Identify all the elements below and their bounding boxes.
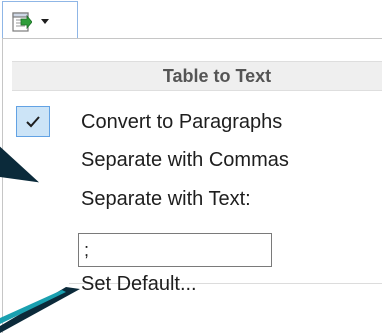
triangle-down-icon[interactable]	[39, 17, 51, 25]
table-to-text-split-button[interactable]	[2, 1, 78, 40]
menu-item-separate-with-commas[interactable]: Separate with Commas	[14, 142, 382, 178]
separator-text-input[interactable]	[78, 233, 272, 267]
menu-item-label: Separate with Text:	[81, 187, 251, 210]
stage: Table to Text Convert to Paragraphs Sepa…	[0, 0, 382, 333]
menu-item-convert-to-paragraphs[interactable]: Convert to Paragraphs	[14, 104, 382, 140]
menu-item-label: Convert to Paragraphs	[81, 110, 283, 133]
menu-item-set-default[interactable]: Set Default...	[14, 266, 382, 302]
menu-item-label: Separate with Commas	[81, 148, 289, 171]
menu-item-separate-with-text[interactable]: Separate with Text:	[14, 181, 382, 217]
checkmark-icon	[26, 115, 40, 127]
checkmark-box	[16, 106, 50, 137]
menu-header-title: Table to Text	[162, 65, 272, 86]
menu-item-label: Set Default...	[81, 272, 197, 295]
menu-header: Table to Text	[12, 61, 382, 91]
table-to-text-menu: Table to Text Convert to Paragraphs Sepa…	[2, 38, 382, 333]
table-to-text-icon	[12, 12, 32, 32]
